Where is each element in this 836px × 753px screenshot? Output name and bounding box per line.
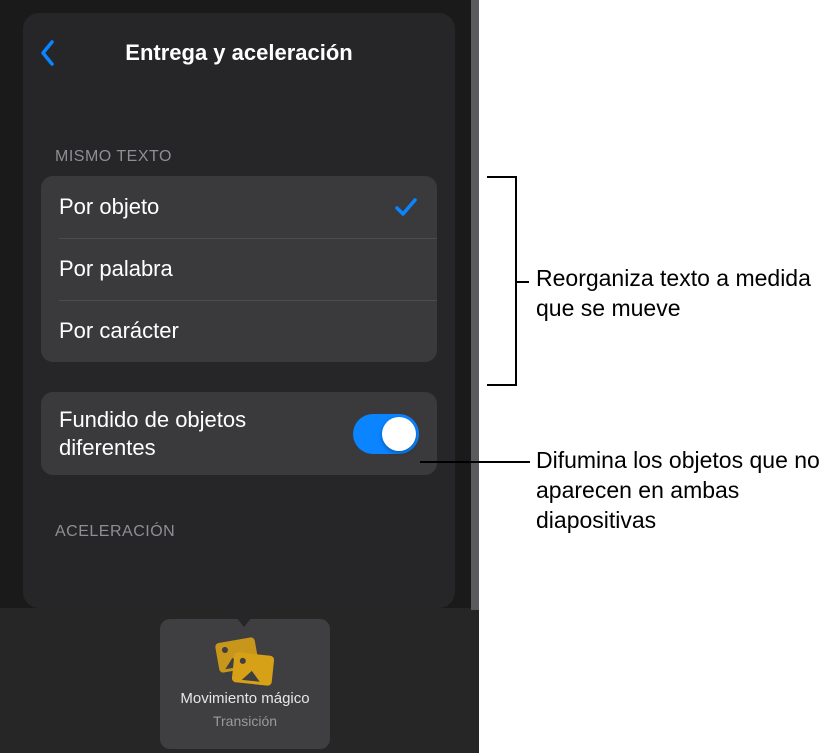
toggle-knob xyxy=(382,417,416,451)
fade-unmatched-label: Fundido de objetos diferentes xyxy=(59,406,337,461)
fade-unmatched-toggle[interactable] xyxy=(353,414,419,454)
popover-arrow xyxy=(228,607,260,627)
fade-unmatched-group: Fundido de objetos diferentes xyxy=(41,392,437,475)
magic-move-icon xyxy=(215,640,275,684)
checkmark-icon xyxy=(393,194,419,220)
callout-reorganize-text: Reorganiza texto a medida que se mueve xyxy=(536,264,836,324)
option-label: Por objeto xyxy=(59,194,159,220)
app-viewport: Movimiento mágico Transición Entrega y a… xyxy=(0,0,479,753)
callout-fade-objects: Difumina los objetos que no aparecen en … xyxy=(536,446,836,536)
chevron-left-icon xyxy=(39,39,57,67)
option-label: Por carácter xyxy=(59,318,179,344)
option-by-word[interactable]: Por palabra xyxy=(41,238,437,300)
callout-leader-line xyxy=(517,281,529,283)
transition-subtitle: Transición xyxy=(213,713,277,729)
popover-header: Entrega y aceleración xyxy=(23,13,455,93)
section-label-same-text: MISMO TEXTO xyxy=(23,148,455,176)
transition-thumbnail[interactable]: Movimiento mágico Transición xyxy=(160,619,330,749)
content-dim-edge xyxy=(471,0,479,610)
callout-bracket xyxy=(487,176,517,386)
fade-unmatched-row: Fundido de objetos diferentes xyxy=(41,392,437,475)
delivery-acceleration-popover: Entrega y aceleración MISMO TEXTO Por ob… xyxy=(23,13,455,608)
same-text-options: Por objeto Por palabra Por carácter xyxy=(41,176,437,362)
bottom-bar: Movimiento mágico Transición xyxy=(0,608,479,753)
option-by-object[interactable]: Por objeto xyxy=(41,176,437,238)
back-button[interactable] xyxy=(37,37,59,69)
option-by-character[interactable]: Por carácter xyxy=(41,300,437,362)
callout-leader-line xyxy=(420,461,530,463)
section-label-acceleration: ACELERACIÓN xyxy=(23,523,455,551)
popover-title: Entrega y aceleración xyxy=(125,40,352,66)
transition-name: Movimiento mágico xyxy=(180,690,309,707)
option-label: Por palabra xyxy=(59,256,173,282)
